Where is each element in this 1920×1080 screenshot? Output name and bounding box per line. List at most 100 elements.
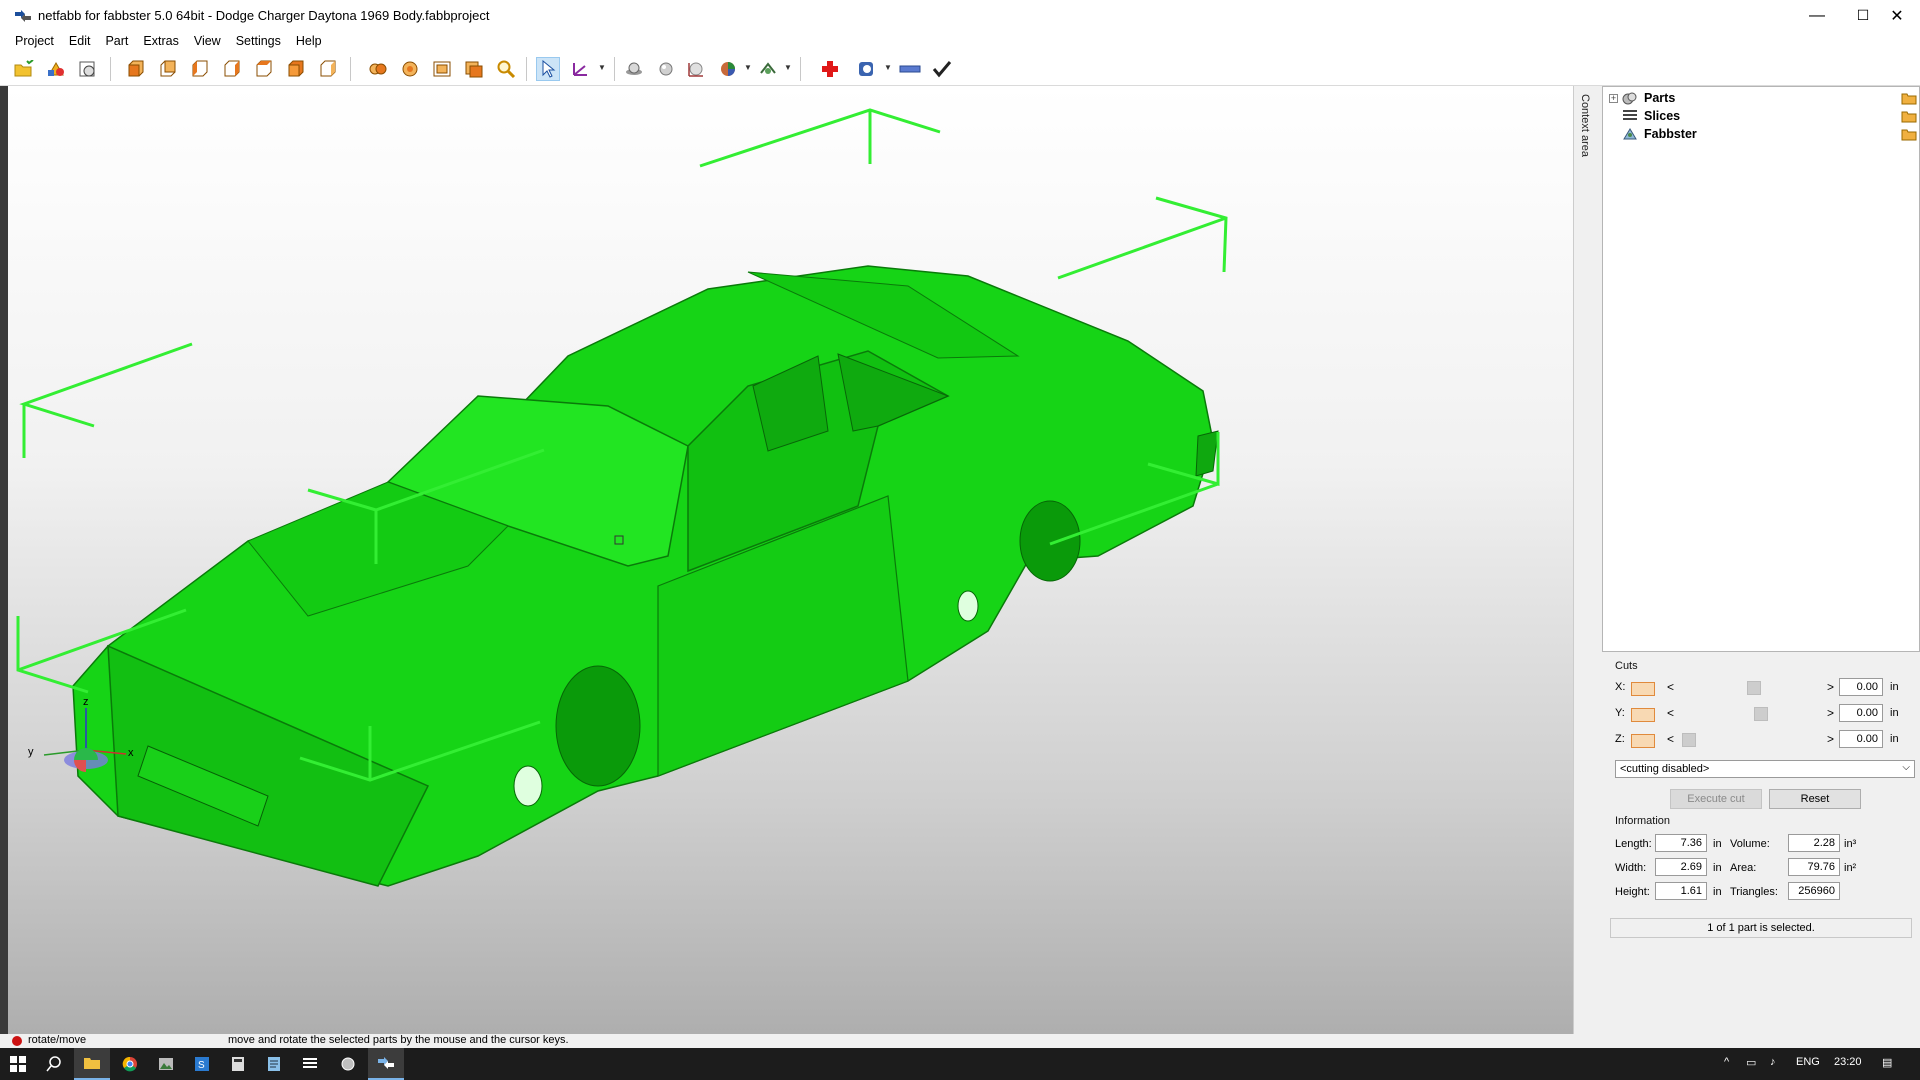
- model-scene[interactable]: z x y: [8, 86, 1573, 1034]
- length-unit: in: [1713, 838, 1722, 850]
- triangles-label: Triangles:: [1730, 886, 1778, 898]
- cut-y-value-field[interactable]: 0.00: [1839, 704, 1883, 722]
- zoom-parts-icon[interactable]: [462, 57, 486, 81]
- menu-view[interactable]: View: [187, 34, 229, 48]
- volume-icon[interactable]: ♪: [1770, 1056, 1776, 1068]
- volume-value: 2.28: [1788, 834, 1840, 852]
- photos-icon[interactable]: [148, 1048, 184, 1080]
- tree-label-fabbster: Fabbster: [1644, 127, 1697, 141]
- view-front-icon[interactable]: [124, 57, 148, 81]
- menu-part[interactable]: Part: [98, 34, 136, 48]
- tree-label-parts: Parts: [1644, 91, 1676, 105]
- view-mode-icon[interactable]: [756, 57, 780, 81]
- cut-x-decrease-button[interactable]: <: [1667, 680, 1674, 694]
- execute-cut-button[interactable]: Execute cut: [1670, 789, 1762, 809]
- menu-help[interactable]: Help: [289, 34, 330, 48]
- add-part-icon[interactable]: [44, 57, 68, 81]
- language-indicator[interactable]: ENG: [1796, 1056, 1820, 1068]
- app-s-icon[interactable]: S: [184, 1048, 220, 1080]
- ruler-icon[interactable]: [898, 57, 922, 81]
- view-info-icon[interactable]: [76, 57, 100, 81]
- open-project-icon[interactable]: [12, 57, 36, 81]
- car-body-model[interactable]: [72, 265, 1219, 887]
- tray-chevron-icon[interactable]: ^: [1724, 1056, 1729, 1068]
- tree-label-slices: Slices: [1644, 109, 1681, 123]
- menu-edit[interactable]: Edit: [62, 34, 99, 48]
- move-axes-icon[interactable]: [568, 57, 592, 81]
- view-right-icon[interactable]: [220, 57, 244, 81]
- chrome-icon[interactable]: [112, 1048, 148, 1080]
- view-iso-icon[interactable]: [316, 57, 340, 81]
- start-icon[interactable]: [0, 1048, 36, 1080]
- expand-icon[interactable]: +: [1609, 93, 1618, 103]
- folder-action-icon[interactable]: [1901, 109, 1917, 123]
- view-bottom-icon[interactable]: [284, 57, 308, 81]
- cut-y-decrease-button[interactable]: <: [1667, 706, 1674, 720]
- height-value: 1.61: [1655, 882, 1707, 900]
- status-message: move and rotate the selected parts by th…: [228, 1034, 569, 1046]
- cut-mode-select[interactable]: <cutting disabled> ⌵: [1615, 760, 1915, 778]
- cut-x-increase-button[interactable]: >: [1827, 680, 1834, 694]
- cut-mode-value: <cutting disabled>: [1620, 763, 1710, 775]
- folder-action-icon[interactable]: [1901, 127, 1917, 141]
- menu-extras[interactable]: Extras: [136, 34, 186, 48]
- cut-x-color-swatch[interactable]: [1631, 682, 1655, 696]
- area-value: 79.76: [1788, 858, 1840, 876]
- network-icon[interactable]: ▭: [1746, 1056, 1756, 1069]
- folder-action-icon[interactable]: [1901, 91, 1917, 105]
- view-back-icon[interactable]: [156, 57, 180, 81]
- netfabb-active-icon[interactable]: [368, 1048, 404, 1080]
- svg-text:S: S: [198, 1060, 205, 1071]
- width-unit: in: [1713, 862, 1722, 874]
- project-tree: + Parts Slices Fabbster: [1602, 86, 1920, 652]
- menu-bar: Project Edit Part Extras View Settings H…: [0, 31, 1920, 51]
- minimize-button[interactable]: —: [1794, 0, 1840, 31]
- parts-icon: [1622, 92, 1637, 105]
- select-pointer-icon[interactable]: [536, 57, 560, 81]
- view-top-icon[interactable]: [252, 57, 276, 81]
- search-icon[interactable]: [36, 1048, 72, 1080]
- support-icon[interactable]: [856, 57, 880, 81]
- reset-button[interactable]: Reset: [1769, 789, 1861, 809]
- notifications-icon[interactable]: ▤: [1882, 1056, 1892, 1069]
- zoom-selection-icon[interactable]: [398, 57, 422, 81]
- tree-item-fabbster[interactable]: Fabbster: [1622, 125, 1697, 143]
- view-left-icon[interactable]: [188, 57, 212, 81]
- notepad-icon[interactable]: [256, 1048, 292, 1080]
- magnifier-icon[interactable]: [494, 57, 518, 81]
- cut-y-increase-button[interactable]: >: [1827, 706, 1834, 720]
- cut-y-slider-thumb[interactable]: [1753, 707, 1768, 721]
- measure-icon[interactable]: [684, 57, 708, 81]
- close-button[interactable]: ✕: [1874, 0, 1920, 31]
- cut-x-slider-thumb[interactable]: [1747, 681, 1761, 695]
- zoom-all-icon[interactable]: [366, 57, 390, 81]
- tree-item-slices[interactable]: Slices: [1622, 107, 1680, 125]
- cut-y-color-swatch[interactable]: [1631, 708, 1655, 722]
- cut-z-decrease-button[interactable]: <: [1667, 732, 1674, 746]
- netfabb-icon[interactable]: [330, 1048, 366, 1080]
- shading-icon[interactable]: [622, 57, 646, 81]
- cut-z-value-field[interactable]: 0.00: [1839, 730, 1883, 748]
- clock[interactable]: 23:20: [1834, 1056, 1862, 1068]
- color-wheel-icon[interactable]: [716, 57, 740, 81]
- menu-project[interactable]: Project: [8, 34, 62, 48]
- zoom-box-icon[interactable]: [430, 57, 454, 81]
- cut-x-value-field[interactable]: 0.00: [1839, 678, 1883, 696]
- cut-z-color-swatch[interactable]: [1631, 734, 1655, 748]
- cut-z-increase-button[interactable]: >: [1827, 732, 1834, 746]
- list-app-icon[interactable]: [292, 1048, 328, 1080]
- check-icon[interactable]: [930, 57, 954, 81]
- cut-z-slider-track[interactable]: [1679, 739, 1829, 741]
- cut-z-slider-thumb[interactable]: [1681, 733, 1696, 747]
- slices-icon: [1623, 110, 1637, 120]
- 3d-viewport[interactable]: z x y: [8, 86, 1573, 1034]
- repair-icon[interactable]: [818, 57, 842, 81]
- file-explorer-icon[interactable]: [74, 1048, 110, 1080]
- tree-item-parts[interactable]: + Parts: [1609, 89, 1675, 107]
- sphere-icon[interactable]: [654, 57, 678, 81]
- cut-y-unit: in: [1890, 707, 1899, 719]
- context-area-tab[interactable]: Context area: [1573, 86, 1602, 1034]
- menu-settings[interactable]: Settings: [229, 34, 289, 48]
- mode-indicator-icon: [12, 1036, 22, 1046]
- calculator-icon[interactable]: [220, 1048, 256, 1080]
